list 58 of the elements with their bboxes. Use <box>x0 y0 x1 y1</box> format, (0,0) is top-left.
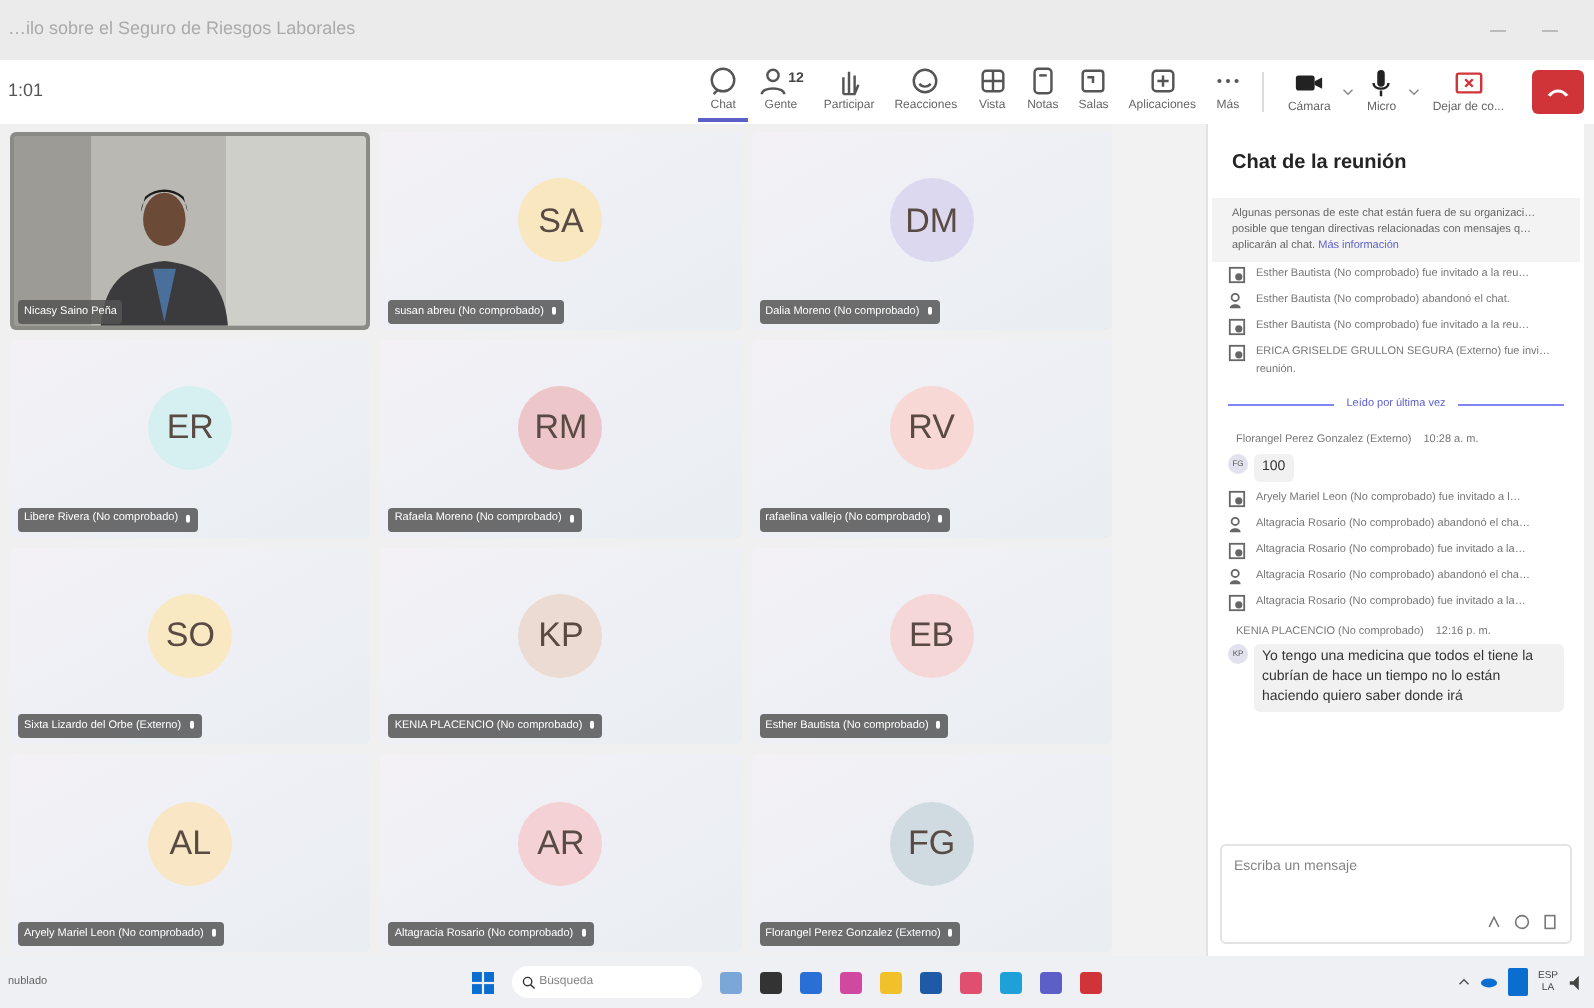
person-add-icon <box>1228 541 1246 559</box>
chat-title: Chat de la reunión <box>1230 150 1409 178</box>
chevron-icon[interactable] <box>1342 88 1355 96</box>
taskbar-app-icon[interactable] <box>759 971 782 993</box>
hang-up-button[interactable] <box>1532 70 1584 114</box>
people-icon <box>758 65 789 95</box>
avatar: EB <box>889 593 974 678</box>
person-add-icon <box>1228 344 1246 362</box>
person-add-icon <box>1228 593 1246 611</box>
microphone-icon <box>187 720 196 733</box>
more-icon <box>1215 77 1240 83</box>
avatar: AR <box>518 801 603 886</box>
microphone-icon <box>184 513 193 525</box>
person-add-icon <box>1228 489 1246 507</box>
meeting-timer: 1:01 <box>8 78 44 105</box>
avatar: DM <box>889 178 974 263</box>
format-icon[interactable] <box>1486 914 1502 930</box>
avatar: SA <box>518 178 603 263</box>
avatar: ER <box>148 386 233 471</box>
microphone-icon <box>946 928 955 940</box>
grid-icon <box>977 65 1008 95</box>
microphone-icon <box>549 305 558 318</box>
avatar: RV <box>889 386 974 471</box>
avatar: SO <box>148 593 233 678</box>
person-add-icon <box>1228 318 1246 336</box>
avatar: RM <box>518 386 603 471</box>
notebook-icon <box>1027 65 1058 95</box>
avatar: KP <box>518 593 603 678</box>
stop-share-icon <box>1453 67 1484 97</box>
search-icon <box>521 975 536 989</box>
person-leave-icon <box>1228 515 1246 533</box>
person-add-icon <box>1228 266 1246 284</box>
avatar: AL <box>148 801 233 886</box>
taskbar-app-icon[interactable] <box>1039 971 1062 993</box>
smiley-icon <box>910 65 941 95</box>
microphone-icon <box>925 305 934 318</box>
phone-icon <box>1546 86 1570 98</box>
microphone-icon <box>588 720 597 733</box>
chevron-icon[interactable] <box>1408 88 1421 96</box>
microphone-icon <box>579 928 588 940</box>
person-leave-icon <box>1228 292 1246 310</box>
chevron-up-icon[interactable] <box>1457 978 1470 986</box>
microphone-icon <box>209 928 218 940</box>
microphone-icon <box>567 513 576 525</box>
microphone-tray-icon[interactable] <box>1507 968 1528 996</box>
microphone-icon <box>934 720 943 733</box>
windows-icon[interactable] <box>471 971 494 993</box>
chat-icon <box>708 65 739 95</box>
avatar: FG <box>889 801 974 886</box>
cloud-icon[interactable] <box>1479 976 1498 988</box>
attach-icon[interactable] <box>1542 914 1558 930</box>
person-leave-icon <box>1228 567 1246 585</box>
window-title: …ilo sobre el Seguro de Riesgos Laborales <box>8 16 356 43</box>
emoji-icon[interactable] <box>1514 914 1530 930</box>
square-icon <box>1078 65 1109 95</box>
plus-square-icon <box>1147 65 1178 95</box>
microphone-icon <box>936 513 945 525</box>
taskbar-app-icon[interactable] <box>919 971 942 993</box>
